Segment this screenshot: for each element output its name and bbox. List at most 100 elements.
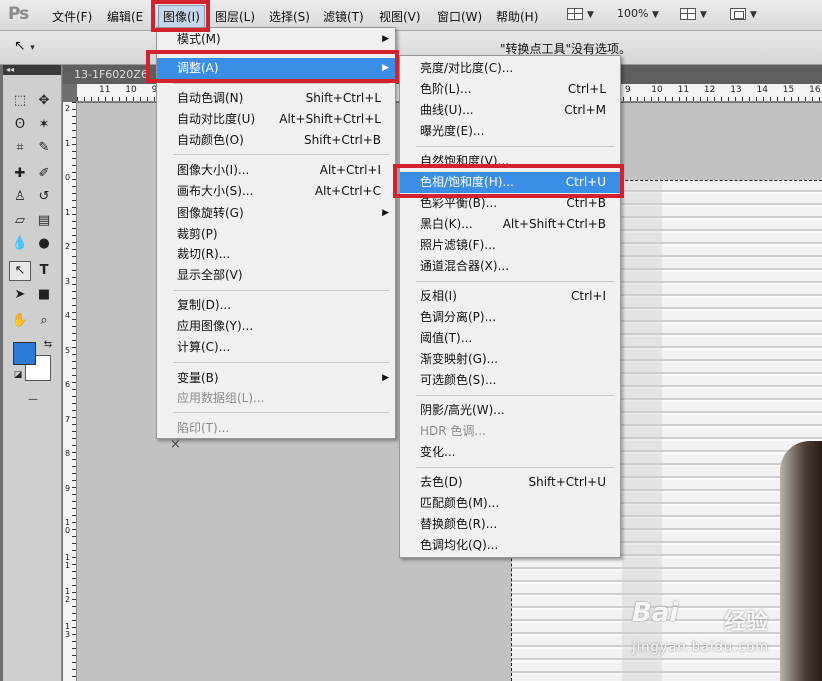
arrange-documents-control[interactable]: ▼ [567,7,594,20]
adjust-menu-item-shortcut: Ctrl+U [565,175,606,189]
shape-tool-icon[interactable]: ■ [33,285,55,305]
adjust-menu-item[interactable]: 替换颜色(R)... [400,514,620,535]
move-tool-icon[interactable]: ✥ [33,91,55,111]
close-icon: × [170,437,181,452]
screen-layout-control[interactable]: ▼ [680,7,707,20]
image-menu-item[interactable]: 图像大小(I)... Alt+Ctrl+I [157,160,395,181]
menu-window[interactable]: 窗口(W) [437,8,482,25]
document-tab[interactable]: 13-1F6020Z6 [74,68,148,81]
screen-mode-control[interactable]: ▼ [730,7,757,20]
lasso-tool-icon[interactable]: ʘ [9,115,31,135]
foreground-color-swatch[interactable] [13,342,36,365]
adjust-menu-item-label: 替换颜色(R)... [420,517,498,531]
adjust-menu-item[interactable]: 阴影/高光(W)... [400,400,620,421]
adjust-menu-item[interactable]: 黑白(K)... Alt+Shift+Ctrl+B [400,214,620,235]
image-menu-item-shortcut: Shift+Ctrl+B [304,133,381,147]
image-menu-item[interactable]: 应用图像(Y)... [157,316,395,337]
adjust-menu-item[interactable]: 去色(D) Shift+Ctrl+U [400,472,620,493]
blur-tool-icon[interactable]: 💧 [9,234,31,254]
menu-select[interactable]: 选择(S) [269,8,310,25]
adjust-menu-item-label: 色阶(L)... [420,82,472,96]
menu-separator [173,412,389,413]
adjust-menu-item[interactable]: 变化... [400,442,620,463]
adjust-menu-item[interactable]: 反相(I) Ctrl+I [400,286,620,307]
adjust-menu-item[interactable]: 自然饱和度(V)... [400,151,620,172]
stamp-tool-icon[interactable]: ♙ [9,187,31,207]
adjust-menu-item[interactable]: 渐变映射(G)... [400,349,620,370]
brush-tool-icon[interactable]: ✐ [33,164,55,184]
type-tool-icon[interactable]: T [33,261,55,281]
hand-tool-icon[interactable]: ✋ [9,311,31,331]
image-menu-item[interactable]: 模式(M) ▶ [157,29,395,50]
image-menu-item-label: 自动对比度(U) [177,112,256,126]
adjust-menu-item[interactable]: 色调均化(Q)... [400,535,620,556]
pen-tool-icon[interactable]: ↖ [9,261,31,281]
image-menu-item[interactable]: 自动色调(N) Shift+Ctrl+L [157,88,395,109]
menu-separator [173,362,389,363]
image-menu-item[interactable]: 显示全部(V) [157,265,395,286]
image-menu-item-label: 复制(D)... [177,298,232,312]
adjust-menu-item[interactable]: 匹配颜色(M)... [400,493,620,514]
menu-filter[interactable]: 滤镜(T) [323,8,364,25]
path-selection-icon[interactable]: ➤ [9,285,31,305]
adjust-menu-item[interactable]: 照片滤镜(F)... [400,235,620,256]
image-menu-item[interactable]: 计算(C)... [157,337,395,358]
adjust-menu-item-label: 黑白(K)... [420,217,473,231]
adjust-menu-item[interactable]: 色阶(L)... Ctrl+L [400,79,620,100]
default-colors-icon[interactable]: ◪ [7,365,29,385]
image-menu-item[interactable]: 调整(A) ▶ [157,58,395,79]
adjust-menu-item[interactable]: 曝光度(E)... [400,121,620,142]
menu-layer[interactable]: 图层(L) [215,8,255,25]
menu-edit[interactable]: 编辑(E [107,8,143,25]
adjust-menu-item[interactable]: 可选颜色(S)... [400,370,620,391]
crop-tool-icon[interactable]: ⌗ [9,138,31,158]
tool-preset-picker[interactable]: ↖ ▾ [14,38,50,58]
swap-colors-icon[interactable]: ⇆ [37,335,59,355]
adjust-menu-item[interactable]: 通道混合器(X)... [400,256,620,277]
adjust-menu-item[interactable]: 色相/饱和度(H)... Ctrl+U [400,172,620,193]
image-menu-item[interactable]: 变量(B) ▶ [157,368,395,389]
menu-image[interactable]: 图像(I) [158,5,205,28]
image-menu-item[interactable]: 图像旋转(G) ▶ [157,203,395,224]
eraser-tool-icon[interactable]: ▱ [9,211,31,231]
history-brush-icon[interactable]: ↺ [33,187,55,207]
adjust-menu-item[interactable]: 色彩平衡(B)... Ctrl+B [400,193,620,214]
convert-point-tool-icon: ↖ [14,38,26,54]
vertical-ruler: 2101234567891 01 11 21 3 [63,102,77,681]
menu-file[interactable]: 文件(F) [52,8,92,25]
watermark-url: jingyan.baidu.com [632,640,769,655]
adjust-menu-item-label: 阴影/高光(W)... [420,403,505,417]
adjust-menu-item[interactable]: 曲线(U)... Ctrl+M [400,100,620,121]
menu-help[interactable]: 帮助(H) [496,8,538,25]
healing-brush-icon[interactable]: ✚ [9,164,31,184]
image-menu-item[interactable]: 自动对比度(U) Alt+Shift+Ctrl+L [157,109,395,130]
dodge-tool-icon[interactable]: ● [33,234,55,254]
menu-view[interactable]: 视图(V) [379,8,421,25]
magic-wand-icon[interactable]: ✶ [33,115,55,135]
gradient-tool-icon[interactable]: ▤ [33,211,55,231]
ruler-tick-label: 12 [703,85,716,95]
adjust-menu-item[interactable]: 色调分离(P)... [400,307,620,328]
panel-collapse-handle[interactable]: ◂◂ [3,65,61,75]
eyedropper-icon[interactable]: ✎ [33,138,55,158]
marquee-tool-icon[interactable]: ⬚ [9,91,31,111]
image-menu-item-label: 自动色调(N) [177,91,244,105]
adjust-menu-item[interactable]: 亮度/对比度(C)... [400,58,620,79]
image-menu-item[interactable]: 自动颜色(O) Shift+Ctrl+B [157,130,395,151]
zoom-tool-icon[interactable]: ⌕ [33,311,55,331]
image-menu-item[interactable]: 裁剪(P) [157,224,395,245]
ruler-tick-label: 10 [651,85,663,95]
adjust-menu-item-label: 可选颜色(S)... [420,373,497,387]
adjust-menu-item-label: 反相(I) [420,289,457,303]
adjust-menu-item-label: 匹配颜色(M)... [420,496,500,510]
adjust-menu-item[interactable]: 阈值(T)... [400,328,620,349]
menu-separator [173,154,389,155]
quick-mask-icon[interactable]: — [21,390,45,410]
image-menu-item[interactable]: 复制(D)... [157,295,395,316]
image-menu-item[interactable]: 裁切(R)... [157,244,395,265]
adjust-menu-item-label: HDR 色调... [420,424,486,438]
image-menu-item[interactable]: 画布大小(S)... Alt+Ctrl+C [157,181,395,202]
zoom-level-control[interactable]: 100% ▼ [617,7,659,20]
ruler-tick-label: 7 [65,414,71,424]
menu-separator [416,395,614,396]
